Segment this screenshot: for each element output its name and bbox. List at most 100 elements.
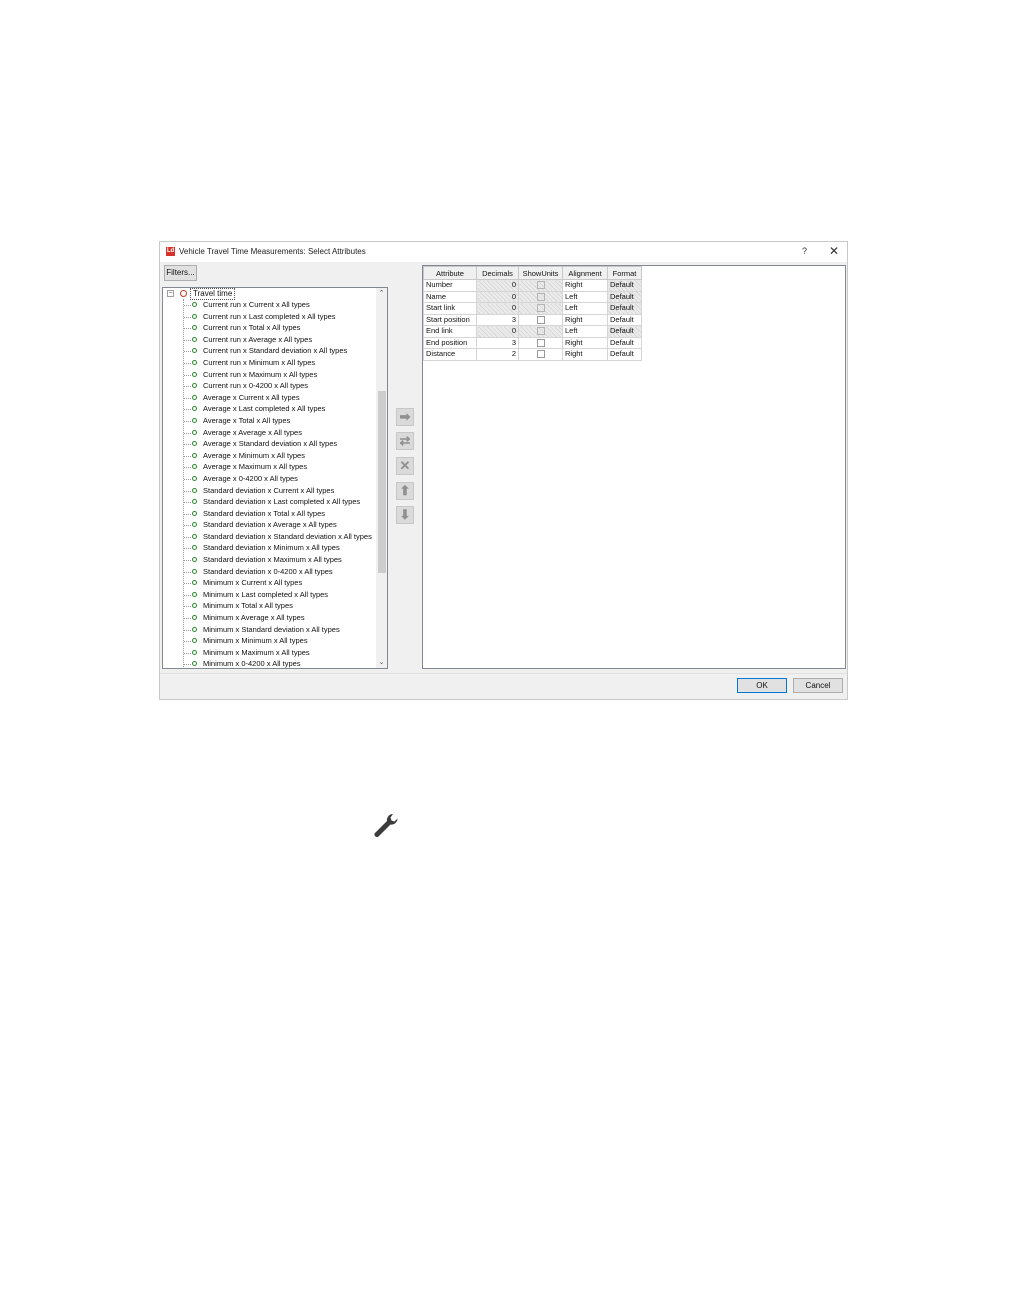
add-with-options-icon[interactable]: ⇄ <box>396 432 414 450</box>
tree-item[interactable]: Current run x 0-4200 x All types <box>163 380 375 392</box>
tree-item[interactable]: Standard deviation x Average x All types <box>163 519 375 531</box>
tree-item[interactable]: Minimum x Maximum x All types <box>163 647 375 659</box>
attribute-cell[interactable]: End link <box>423 325 477 338</box>
tree-scrollbar[interactable]: ⌃ ⌄ <box>376 288 387 668</box>
table-row[interactable]: Start link 0 Left Default <box>423 302 642 315</box>
show-units-cell[interactable] <box>518 325 563 338</box>
scrollbar-thumb[interactable] <box>378 391 386 573</box>
alignment-cell[interactable]: Right <box>562 313 608 326</box>
tree-item[interactable]: Minimum x Standard deviation x All types <box>163 624 375 636</box>
scroll-up-icon[interactable]: ⌃ <box>376 288 387 299</box>
format-cell[interactable]: Default <box>607 336 642 349</box>
decimals-cell[interactable]: 0 <box>476 290 519 303</box>
tree-item[interactable]: Average x Maximum x All types <box>163 461 375 473</box>
move-up-icon[interactable]: ⬆ <box>396 482 414 500</box>
tree-item[interactable]: Minimum x 0-4200 x All types <box>163 658 375 668</box>
ok-button[interactable]: OK <box>737 678 787 693</box>
remove-x-icon[interactable]: ✕ <box>396 457 414 475</box>
alignment-cell[interactable]: Right <box>562 336 608 349</box>
tree-item[interactable]: Current run x Average x All types <box>163 334 375 346</box>
format-cell[interactable]: Default <box>607 279 642 292</box>
decimals-cell[interactable]: 3 <box>476 313 519 326</box>
show-units-cell[interactable] <box>518 348 563 361</box>
format-cell[interactable]: Default <box>607 325 642 338</box>
attribute-cell[interactable]: Name <box>423 290 477 303</box>
tree-item[interactable]: Average x Current x All types <box>163 392 375 404</box>
show-units-checkbox[interactable] <box>536 350 545 359</box>
alignment-cell[interactable]: Left <box>562 325 608 338</box>
tree-item[interactable]: Standard deviation x Total x All types <box>163 508 375 520</box>
column-header[interactable]: Decimals <box>476 266 519 280</box>
tree-item[interactable]: Minimum x Current x All types <box>163 577 375 589</box>
tree-item[interactable]: Standard deviation x Maximum x All types <box>163 554 375 566</box>
format-cell[interactable]: Default <box>607 290 642 303</box>
attribute-tree[interactable]: − Travel time Current run x Current x Al… <box>162 287 388 669</box>
tree-item[interactable]: Current run x Last completed x All types <box>163 311 375 323</box>
decimals-cell[interactable]: 0 <box>476 302 519 315</box>
show-units-checkbox[interactable] <box>536 327 545 336</box>
table-row[interactable]: Name 0 Left Default <box>423 290 642 303</box>
tree-item[interactable]: Minimum x Total x All types <box>163 600 375 612</box>
column-header[interactable]: ShowUnits <box>518 266 563 280</box>
cancel-button[interactable]: Cancel <box>793 678 843 693</box>
format-cell[interactable]: Default <box>607 348 642 361</box>
add-arrow-icon[interactable]: ➡ <box>396 408 414 426</box>
show-units-checkbox[interactable] <box>536 281 545 290</box>
format-cell[interactable]: Default <box>607 302 642 315</box>
collapse-icon[interactable]: − <box>167 290 174 297</box>
tree-item[interactable]: Standard deviation x 0-4200 x All types <box>163 566 375 578</box>
show-units-checkbox[interactable] <box>536 304 545 313</box>
tree-item[interactable]: Average x Minimum x All types <box>163 450 375 462</box>
move-down-icon[interactable]: ⬇ <box>396 506 414 524</box>
table-row[interactable]: End link 0 Left Default <box>423 325 642 338</box>
tree-item[interactable]: Minimum x Last completed x All types <box>163 589 375 601</box>
attribute-cell[interactable]: Number <box>423 279 477 292</box>
show-units-cell[interactable] <box>518 279 563 292</box>
show-units-checkbox[interactable] <box>536 338 545 347</box>
filters-button[interactable]: Filters... <box>164 265 197 281</box>
tree-item[interactable]: Minimum x Minimum x All types <box>163 635 375 647</box>
alignment-cell[interactable]: Right <box>562 279 608 292</box>
alignment-cell[interactable]: Right <box>562 348 608 361</box>
tree-root-travel-time[interactable]: − Travel time <box>163 288 373 300</box>
format-cell[interactable]: Default <box>607 313 642 326</box>
show-units-cell[interactable] <box>518 336 563 349</box>
tree-item[interactable]: Standard deviation x Minimum x All types <box>163 542 375 554</box>
show-units-cell[interactable] <box>518 290 563 303</box>
table-row[interactable]: Number 0 Right Default <box>423 279 642 292</box>
decimals-cell[interactable]: 2 <box>476 348 519 361</box>
show-units-checkbox[interactable] <box>536 315 545 324</box>
decimals-cell[interactable]: 0 <box>476 279 519 292</box>
attribute-cell[interactable]: Start position <box>423 313 477 326</box>
attribute-cell[interactable]: Distance <box>423 348 477 361</box>
tree-item[interactable]: Average x Standard deviation x All types <box>163 438 375 450</box>
scroll-down-icon[interactable]: ⌄ <box>376 657 387 668</box>
tree-item[interactable]: Average x Last completed x All types <box>163 403 375 415</box>
decimals-cell[interactable]: 3 <box>476 336 519 349</box>
column-header[interactable]: Format <box>607 266 642 280</box>
tree-item[interactable]: Average x Total x All types <box>163 415 375 427</box>
tree-item[interactable]: Standard deviation x Standard deviation … <box>163 531 375 543</box>
close-icon[interactable]: ✕ <box>829 244 839 258</box>
column-header[interactable]: Alignment <box>562 266 608 280</box>
tree-item[interactable]: Current run x Standard deviation x All t… <box>163 345 375 357</box>
show-units-cell[interactable] <box>518 313 563 326</box>
tree-item[interactable]: Average x 0-4200 x All types <box>163 473 375 485</box>
attribute-cell[interactable]: Start link <box>423 302 477 315</box>
show-units-checkbox[interactable] <box>536 292 545 301</box>
alignment-cell[interactable]: Left <box>562 290 608 303</box>
table-row[interactable]: End position 3 Right Default <box>423 336 642 349</box>
tree-item[interactable]: Current run x Total x All types <box>163 322 375 334</box>
attribute-cell[interactable]: End position <box>423 336 477 349</box>
column-header[interactable]: Attribute <box>423 266 477 280</box>
help-button[interactable]: ? <box>802 246 807 256</box>
tree-item[interactable]: Current run x Maximum x All types <box>163 369 375 381</box>
tree-item[interactable]: Average x Average x All types <box>163 427 375 439</box>
tree-item[interactable]: Current run x Minimum x All types <box>163 357 375 369</box>
tree-item[interactable]: Standard deviation x Last completed x Al… <box>163 496 375 508</box>
decimals-cell[interactable]: 0 <box>476 325 519 338</box>
show-units-cell[interactable] <box>518 302 563 315</box>
table-row[interactable]: Distance 2 Right Default <box>423 348 642 361</box>
tree-item[interactable]: Standard deviation x Current x All types <box>163 485 375 497</box>
table-row[interactable]: Start position 3 Right Default <box>423 313 642 326</box>
